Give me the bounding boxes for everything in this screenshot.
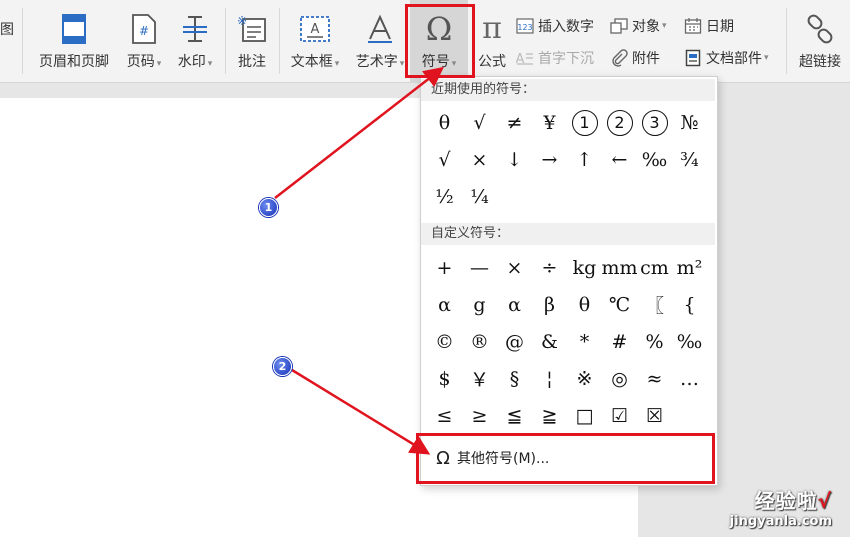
annotation-arrows — [274, 66, 444, 455]
step-badge-2: 2 — [273, 357, 292, 376]
watermark: 经验啦√ jingyanla.com — [730, 485, 832, 529]
arrow-2 — [291, 368, 431, 455]
watermark-brand: 经验啦 — [754, 489, 818, 513]
arrow-1 — [274, 66, 444, 199]
checkmark-icon: √ — [817, 489, 832, 513]
step-badge-1: 1 — [259, 198, 278, 217]
watermark-url: jingyanla.com — [729, 514, 832, 529]
